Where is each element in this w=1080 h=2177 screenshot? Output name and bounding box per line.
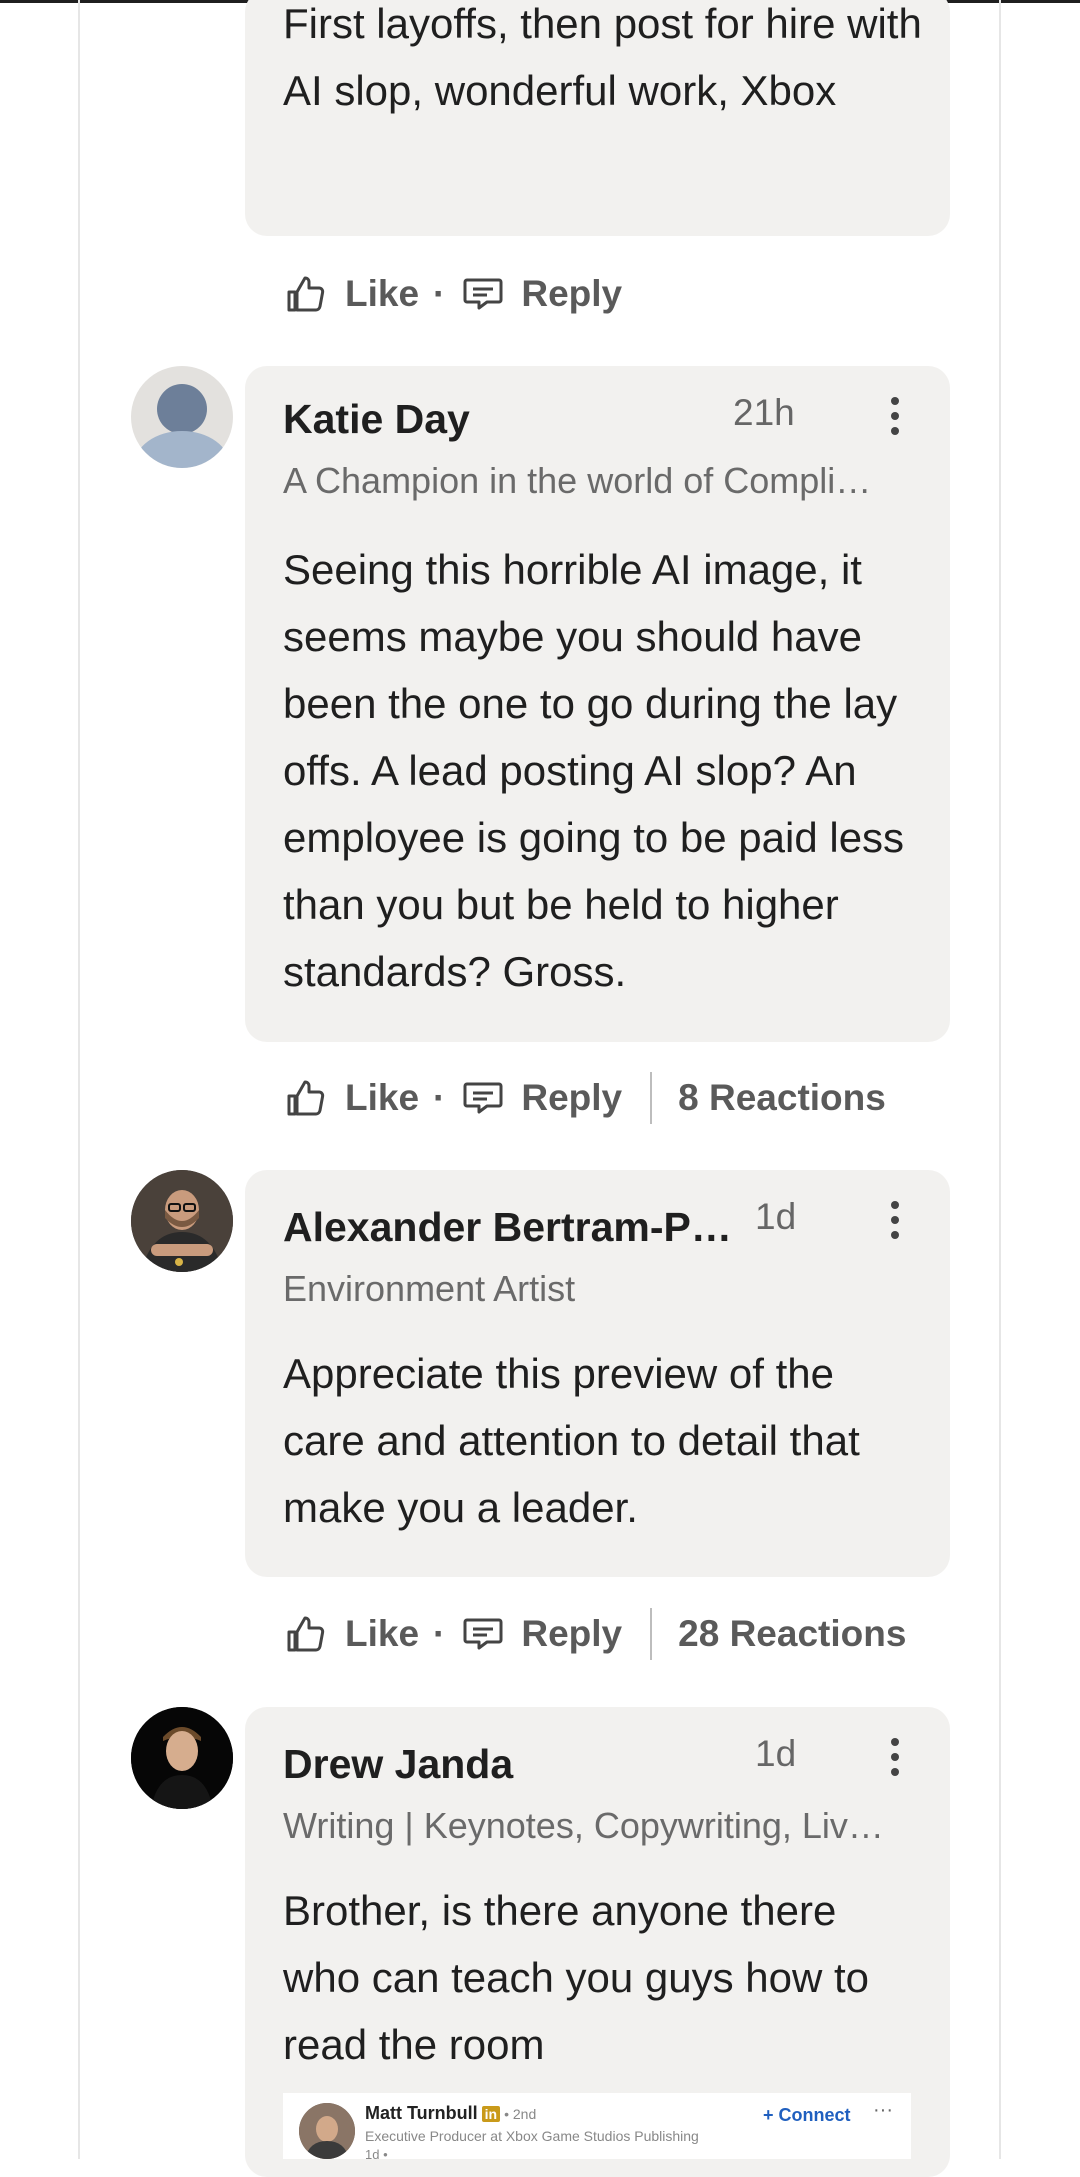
comment-text: Appreciate this preview of the care and … [283, 1350, 860, 1531]
avatar[interactable] [131, 1707, 233, 1809]
thumbs-up-icon [287, 1080, 325, 1116]
commenter-headline: Environment Artist [283, 1268, 576, 1309]
more-options-button[interactable] [890, 1738, 900, 1783]
embedded-post-image[interactable]: Matt Turnbull in • 2nd Executive Producer … [283, 2093, 911, 2159]
avatar[interactable] [131, 366, 233, 468]
speech-bubble-icon [463, 1082, 503, 1114]
comment-time: 1d [755, 1733, 797, 1774]
connection-degree: • 2nd [504, 2106, 537, 2122]
reactions-count[interactable]: 28 Reactions [678, 1613, 906, 1655]
thumbs-up-icon [287, 1616, 325, 1652]
profile-photo [131, 1170, 233, 1272]
embedded-subtitle: Executive Producer at Xbox Game Studios … [365, 2128, 699, 2144]
embedded-avatar [299, 2103, 355, 2159]
reply-label: Reply [521, 1613, 623, 1654]
like-label: Like [345, 1613, 420, 1654]
default-person-icon [134, 384, 230, 468]
reply-label: Reply [521, 1077, 623, 1118]
add-person-icon: + [763, 2105, 774, 2125]
more-options-button[interactable] [890, 1201, 900, 1246]
reactions-count[interactable]: 8 Reactions [678, 1077, 886, 1119]
like-button[interactable]: Like [283, 270, 419, 318]
reply-label: Reply [521, 273, 623, 314]
comment-text: First layoffs, then post for hire with A… [283, 0, 922, 114]
comment-bubble-3: Alexander Bertram-P… 1d Environment Arti… [245, 1170, 950, 1577]
comment-text: Brother, is there anyone there who can t… [283, 1887, 870, 2068]
profile-photo [131, 1707, 233, 1809]
embedded-connect: + Connect [763, 2105, 851, 2126]
dot-separator: · [433, 273, 446, 314]
comment-bubble-2: Katie Day 21h A Champion in the world of… [245, 366, 950, 1042]
like-button[interactable]: Like [283, 1610, 419, 1658]
more-vertical-icon [890, 1201, 900, 1239]
reply-button[interactable]: Reply [459, 270, 622, 318]
embedded-time: 1d • [365, 2147, 388, 2159]
avatar[interactable] [131, 1170, 233, 1272]
commenter-name[interactable]: Katie Day [283, 396, 723, 443]
more-vertical-icon [890, 1738, 900, 1776]
commenter-name[interactable]: Alexander Bertram-P… [283, 1204, 743, 1251]
like-label: Like [345, 273, 420, 314]
embedded-more-icon: ··· [873, 2099, 893, 2121]
like-button[interactable]: Like [283, 1074, 419, 1122]
linkedin-badge-icon: in [481, 2106, 501, 2122]
reply-button[interactable]: Reply [459, 1074, 622, 1122]
comment-time: 21h [733, 392, 795, 433]
embedded-connect-label: Connect [778, 2105, 851, 2125]
commenter-headline: Writing | Keynotes, Copywriting, Liv… [283, 1805, 884, 1846]
more-options-button[interactable] [890, 397, 900, 442]
thumbs-up-icon [287, 276, 325, 312]
speech-bubble-icon [463, 278, 503, 310]
speech-bubble-icon [463, 1618, 503, 1650]
reply-button[interactable]: Reply [459, 1610, 622, 1658]
commenter-name[interactable]: Drew Janda [283, 1741, 723, 1788]
comment-time: 1d [755, 1196, 797, 1237]
action-divider [650, 1072, 653, 1124]
comment-bubble-1: First layoffs, then post for hire with A… [245, 0, 950, 236]
embedded-author: Matt Turnbull [365, 2103, 478, 2123]
more-vertical-icon [890, 397, 900, 435]
action-divider [650, 1608, 653, 1660]
embedded-name: Matt Turnbull in • 2nd [365, 2103, 536, 2124]
dot-separator: · [433, 1613, 446, 1654]
comment-text: Seeing this horrible AI image, it seems … [283, 546, 905, 995]
dot-separator: · [433, 1077, 446, 1118]
comment-actions-1: Like · Reply [283, 264, 622, 324]
like-label: Like [345, 1077, 420, 1118]
commenter-headline: A Champion in the world of Compli… [283, 460, 872, 501]
comment-actions-2: Like · Reply 8 Reactions [283, 1068, 886, 1128]
comment-actions-3: Like · Reply 28 Reactions [283, 1604, 906, 1664]
